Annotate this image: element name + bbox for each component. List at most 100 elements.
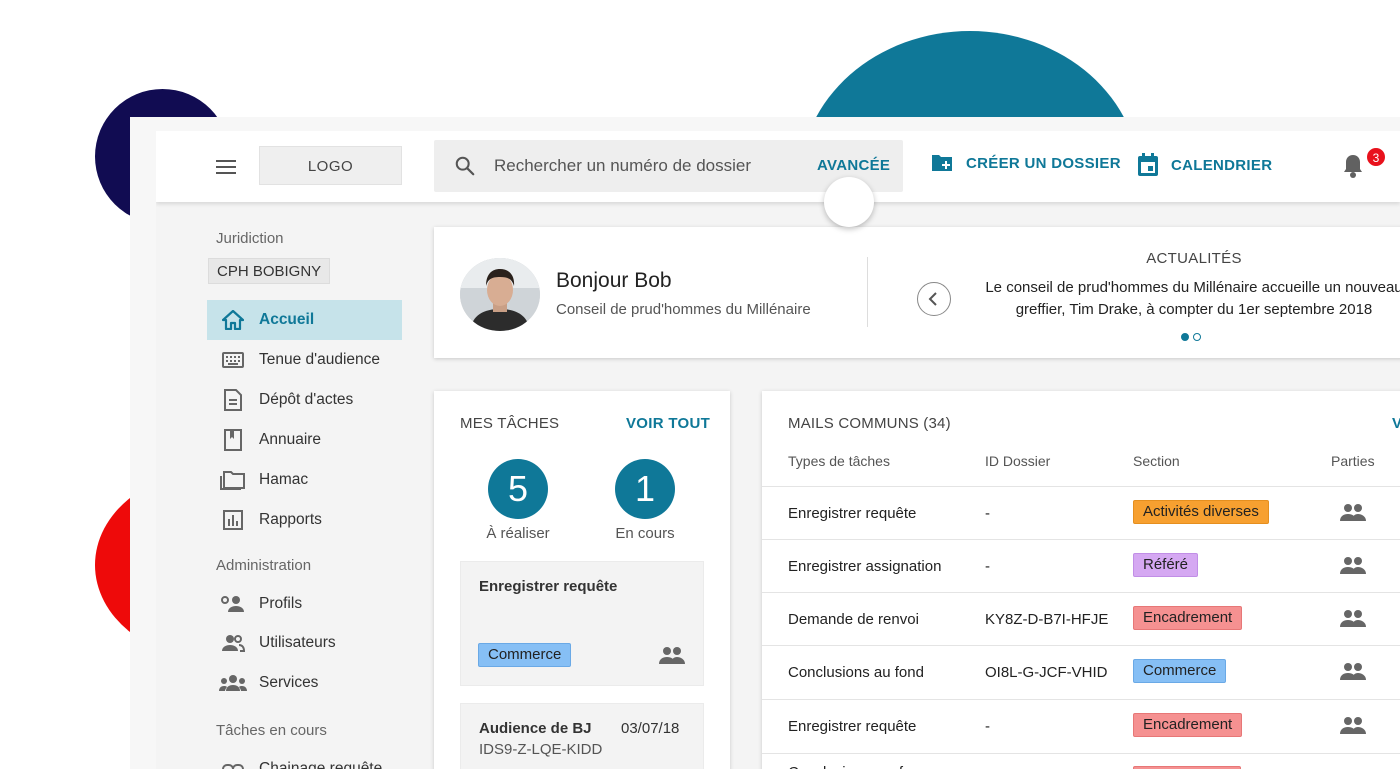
cell-type: Demande de renvoi — [788, 611, 919, 628]
sidebar-item-hamac[interactable]: Hamac — [207, 460, 402, 500]
sidebar-item-label: Hamac — [259, 471, 309, 488]
table-row[interactable]: Enregistrer requête - Activités diverses — [762, 486, 1400, 539]
column-header-type[interactable]: Types de tâches — [788, 453, 890, 469]
sidebar-item-depot-actes[interactable]: Dépôt d'actes — [207, 380, 402, 420]
news-text: Le conseil de prud'hommes du Millénaire … — [974, 277, 1400, 321]
task-item[interactable]: Audience de BJ 03/07/18 IDS9-Z-LQE-KIDD — [460, 703, 704, 769]
tasks-title: MES TÂCHES — [460, 415, 560, 432]
cell-id: - — [985, 718, 990, 735]
table-row[interactable]: Conclusions sur fne — [762, 753, 1400, 769]
calendar-button[interactable]: CALENDRIER — [1137, 153, 1272, 177]
sidebar-item-rapports[interactable]: Rapports — [207, 500, 402, 540]
sidebar-item-utilisateurs[interactable]: Utilisateurs — [207, 623, 402, 663]
sidebar-item-label: Dépôt d'actes — [259, 391, 354, 408]
mails-see-all-link[interactable]: V — [1392, 415, 1400, 432]
task-name: Audience de BJ — [479, 720, 592, 737]
folder-icon — [220, 471, 245, 490]
administration-label: Administration — [216, 557, 312, 574]
table-row[interactable]: Conclusions au fond OI8L-G-JCF-VHID Comm… — [762, 645, 1400, 698]
keyboard-icon — [222, 352, 244, 368]
column-header-section[interactable]: Section — [1133, 453, 1180, 469]
cell-type: Enregistrer requête — [788, 505, 917, 522]
news-line: greffier, Tim Drake, à compter du 1er se… — [1015, 301, 1373, 318]
search-input[interactable] — [494, 150, 794, 182]
logo[interactable]: LOGO — [259, 146, 402, 185]
people-icon[interactable] — [1340, 556, 1366, 574]
people-icon[interactable] — [1340, 503, 1366, 521]
carousel-dot[interactable] — [1193, 333, 1201, 341]
create-folder-button[interactable]: CRÉER UN DOSSIER — [930, 153, 1121, 173]
document-icon — [224, 389, 242, 411]
news-title: ACTUALITÉS — [1146, 250, 1242, 267]
stat-in-progress[interactable]: 1 En cours — [595, 459, 695, 542]
cell-type: Enregistrer requête — [788, 718, 917, 735]
people-icon[interactable] — [1340, 716, 1366, 734]
folder-plus-icon — [932, 155, 952, 171]
table-row[interactable]: Enregistrer assignation - Référé — [762, 539, 1400, 592]
table-row[interactable]: Demande de renvoi KY8Z-D-B7I-HFJE Encadr… — [762, 592, 1400, 645]
section-tag: Commerce — [1133, 659, 1227, 683]
sidebar-item-services[interactable]: Services — [207, 663, 402, 703]
groups-icon — [219, 675, 247, 691]
stat-todo[interactable]: 5 À réaliser — [468, 459, 568, 542]
court-name: Conseil de prud'hommes du Millénaire — [556, 301, 811, 318]
todo-count: 5 — [488, 459, 548, 519]
sidebar-item-profils[interactable]: Profils — [207, 584, 402, 624]
section-tag: Encadrement — [1133, 713, 1243, 737]
sidebar-item-accueil[interactable]: Accueil — [207, 300, 402, 340]
book-icon — [224, 429, 242, 451]
in-progress-label: En cours — [615, 525, 675, 542]
sidebar-item-annuaire[interactable]: Annuaire — [207, 420, 402, 460]
cell-type: Conclusions sur fne — [788, 764, 920, 769]
chevron-left-icon — [928, 292, 937, 306]
notification-badge: 3 — [1366, 147, 1386, 167]
cell-type: Conclusions au fond — [788, 664, 924, 681]
section-tag: Activités diverses — [1133, 500, 1269, 524]
menu-icon[interactable] — [216, 156, 242, 178]
sidebar-item-label: Annuaire — [259, 431, 322, 448]
shared-mails-card: MAILS COMMUNS (34) V Types de tâches ID … — [762, 391, 1400, 769]
advanced-search-button[interactable]: AVANCÉE — [817, 157, 890, 174]
sidebar-item-label: Profils — [259, 595, 303, 612]
task-item[interactable]: Enregistrer requête Commerce — [460, 561, 704, 686]
task-id: IDS9-Z-LQE-KIDD — [479, 741, 603, 758]
cell-id: KY8Z-D-B7I-HFJE — [985, 611, 1109, 628]
greeting: Bonjour Bob — [556, 269, 672, 292]
stage: LOGO AVANCÉE CRÉER UN DOSSIER — [0, 0, 1400, 769]
sidebar-item-label: Accueil — [259, 311, 315, 328]
jurisdiction-label: Juridiction — [216, 230, 284, 247]
people-icon[interactable] — [1340, 609, 1366, 627]
link-icon — [222, 764, 244, 769]
tasks-in-progress-label: Tâches en cours — [216, 722, 327, 739]
cell-id: - — [985, 505, 990, 522]
search-icon[interactable] — [454, 155, 476, 177]
avatar[interactable] — [460, 258, 540, 331]
sidebar-item-chainage-requete[interactable]: Chainage requête — [207, 749, 402, 769]
table-row[interactable]: Enregistrer requête - Encadrement — [762, 699, 1400, 752]
bell-icon[interactable] — [1341, 153, 1365, 179]
people-icon[interactable] — [659, 646, 685, 664]
column-header-id[interactable]: ID Dossier — [985, 453, 1050, 469]
section-tag: Référé — [1133, 553, 1199, 577]
task-date: 03/07/18 — [621, 720, 680, 737]
carousel-dot-active[interactable] — [1181, 333, 1189, 341]
sidebar-item-tenue-audience[interactable]: Tenue d'audience — [207, 340, 402, 380]
bar-chart-icon — [223, 510, 243, 530]
section-tag: Commerce — [478, 643, 572, 667]
column-header-parties[interactable]: Parties — [1331, 453, 1375, 469]
news-previous-button[interactable] — [917, 282, 951, 316]
cell-id: OI8L-G-JCF-VHID — [985, 664, 1108, 681]
task-name: Enregistrer requête — [479, 578, 618, 595]
people-icon[interactable] — [1340, 662, 1366, 680]
jurisdiction-chip[interactable]: CPH BOBIGNY — [208, 258, 331, 284]
tasks-see-all-link[interactable]: VOIR TOUT — [626, 415, 710, 432]
welcome-card: Bonjour Bob Conseil de prud'hommes du Mi… — [434, 227, 1400, 358]
cell-id: - — [985, 558, 990, 575]
in-progress-count: 1 — [615, 459, 675, 519]
news-line: Le conseil de prud'hommes du Millénaire … — [985, 279, 1400, 296]
home-icon — [222, 310, 244, 330]
sidebar: Juridiction CPH BOBIGNY Accueil Tenue d'… — [156, 202, 416, 769]
users-icon — [222, 635, 245, 652]
calendar-label: CALENDRIER — [1171, 156, 1273, 174]
sidebar-item-label: Utilisateurs — [259, 634, 336, 651]
